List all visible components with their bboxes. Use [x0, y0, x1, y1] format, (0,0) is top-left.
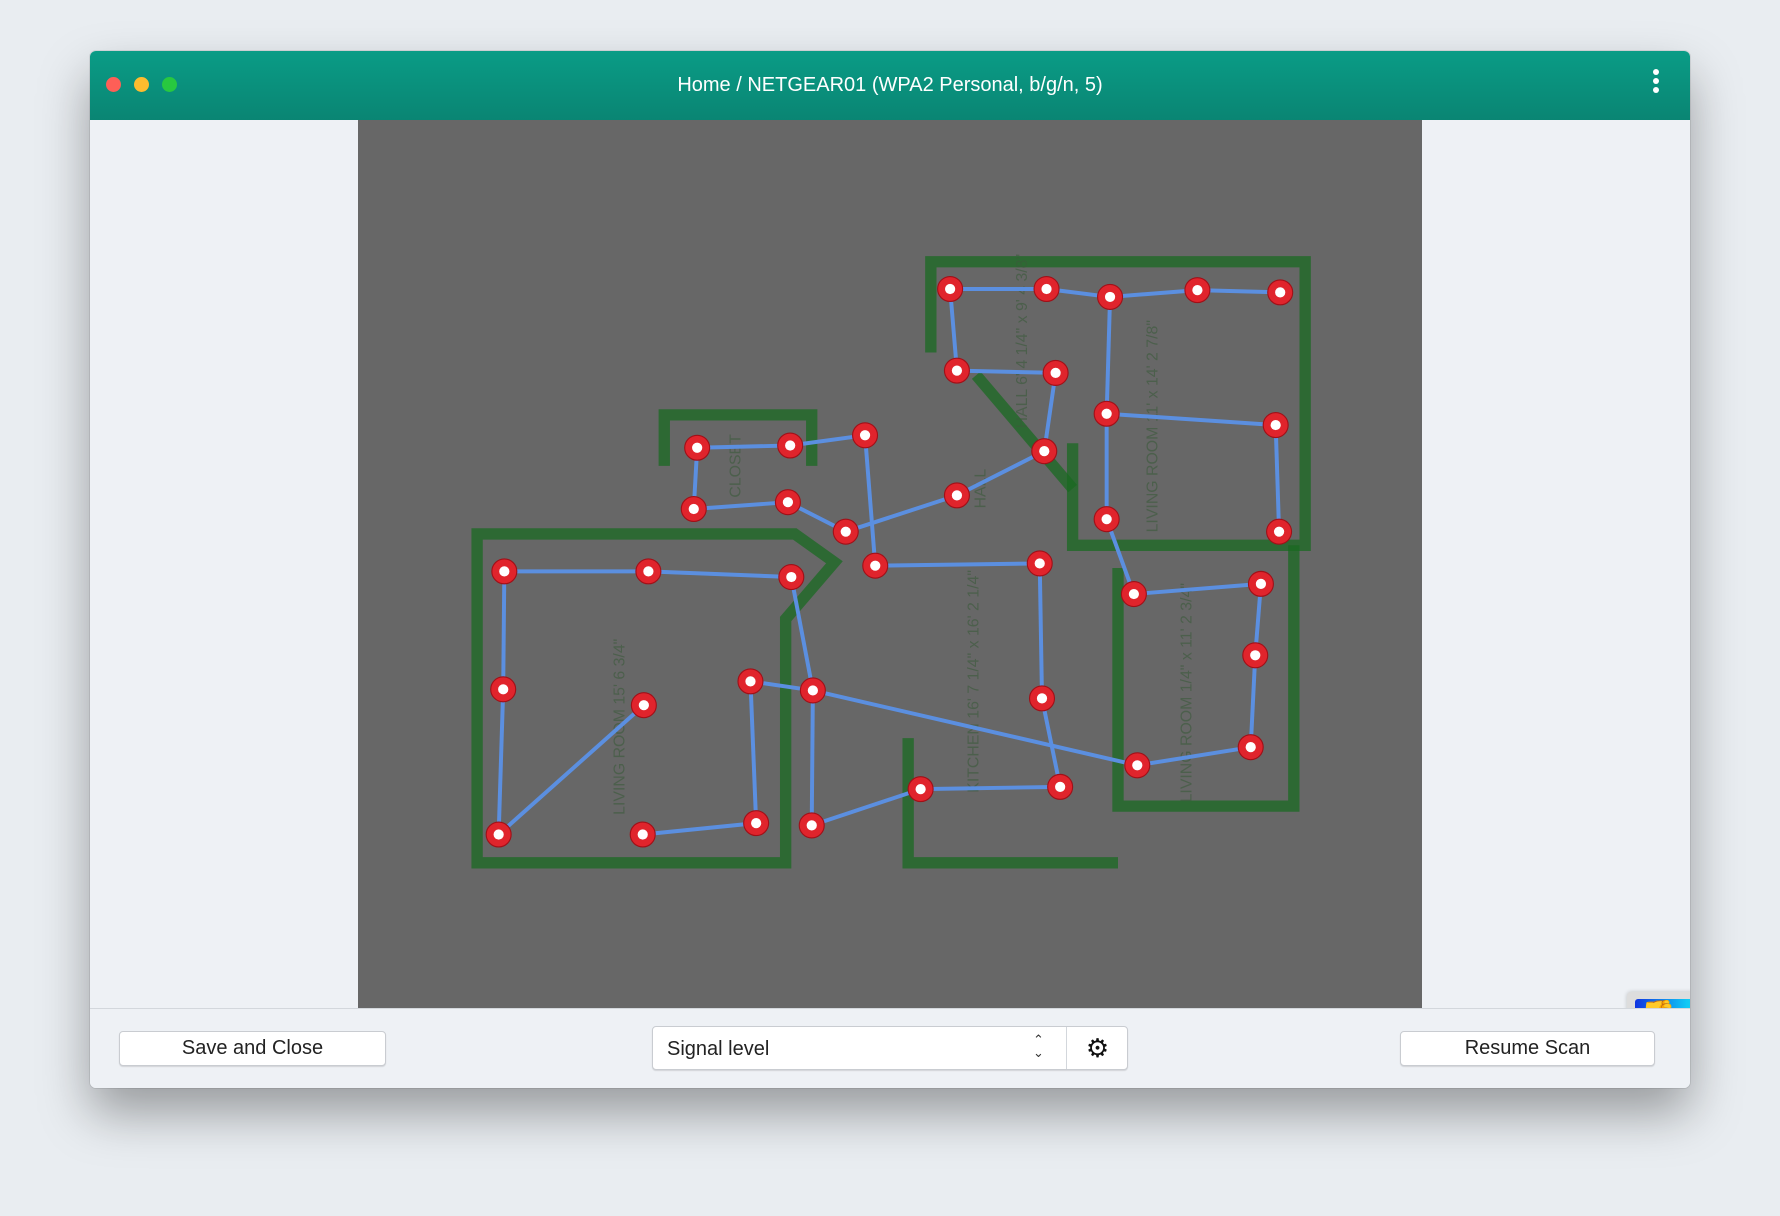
survey-point[interactable]: [798, 812, 825, 839]
survey-point[interactable]: [1262, 412, 1289, 439]
survey-point[interactable]: [943, 482, 970, 509]
path-segment: [1037, 563, 1044, 699]
path-segment: [501, 571, 507, 690]
survey-point[interactable]: [490, 676, 517, 703]
survey-point[interactable]: [907, 776, 934, 803]
visualization-select-value: Signal level: [667, 1038, 770, 1060]
survey-point[interactable]: [1184, 277, 1211, 304]
survey-point[interactable]: [774, 489, 801, 516]
path-segment: [920, 784, 1061, 792]
survey-point[interactable]: [1120, 581, 1147, 608]
path-segment: [875, 561, 1040, 568]
survey-point[interactable]: [635, 558, 662, 585]
survey-point[interactable]: [485, 821, 512, 848]
path-segment: [1106, 411, 1276, 428]
survey-point[interactable]: [1093, 506, 1120, 533]
survey-point[interactable]: [1033, 275, 1060, 303]
vertical-ellipsis-icon[interactable]: [1652, 69, 1660, 101]
visualization-select[interactable]: Signal level ⌃ ⌄ ⚙: [652, 1026, 1128, 1070]
bottom-toolbar: Save and Close Signal level ⌃ ⌄ ⚙ Resume …: [90, 1008, 1690, 1088]
survey-point[interactable]: [1237, 734, 1264, 761]
room-label: CLOSET: [727, 434, 744, 498]
path-segment: [956, 449, 1046, 498]
survey-point[interactable]: [1124, 752, 1151, 779]
path-segment: [809, 690, 815, 826]
survey-point[interactable]: [737, 668, 764, 695]
room-label: HALL 6' 4 1/4" x 9' 4 3/8": [1014, 254, 1031, 429]
path-segment: [1104, 296, 1113, 414]
path-segment: [648, 569, 792, 580]
survey-point[interactable]: [1042, 359, 1069, 386]
survey-point[interactable]: [778, 564, 805, 591]
survey-point[interactable]: [832, 518, 859, 545]
survey-point[interactable]: [630, 692, 657, 719]
path-segment: [642, 821, 757, 837]
survey-point[interactable]: [491, 558, 518, 585]
survey-point[interactable]: [1097, 283, 1124, 310]
survey-point[interactable]: [684, 434, 711, 461]
survey-point[interactable]: [1031, 438, 1058, 465]
survey-point[interactable]: [943, 357, 970, 384]
chevron-up-down-icon: ⌃ ⌄: [1033, 1032, 1044, 1060]
path-segment: [863, 435, 878, 566]
path-segment: [1109, 288, 1198, 299]
survey-point[interactable]: [937, 275, 964, 303]
resume-scan-button[interactable]: Resume Scan: [1400, 1031, 1655, 1066]
survey-point[interactable]: [1093, 400, 1120, 427]
survey-point[interactable]: [1047, 773, 1074, 800]
title-bar: Home / NETGEAR01 (WPA2 Personal, b/g/n, …: [90, 51, 1690, 120]
path-segment: [845, 493, 958, 534]
save-and-close-button[interactable]: Save and Close: [119, 1031, 386, 1066]
path-segment: [496, 689, 506, 835]
survey-point[interactable]: [680, 495, 707, 523]
app-window: Home / NETGEAR01 (WPA2 Personal, b/g/n, …: [90, 51, 1690, 1088]
path-segment: [1273, 425, 1282, 532]
path-segment: [693, 500, 789, 511]
survey-point[interactable]: [1266, 518, 1293, 545]
room-label: KITCHEN 16' 7 1/4" x 16' 2 1/4": [965, 570, 982, 793]
path-segment: [748, 681, 759, 824]
heatmap-svg: LIVING ROOM 15' 6 3/4"CLOSETHALLKITCHEN …: [471, 254, 1311, 869]
survey-point[interactable]: [852, 422, 879, 449]
survey-point[interactable]: [743, 810, 770, 837]
survey-point[interactable]: [1028, 685, 1056, 712]
survey-point[interactable]: [1242, 642, 1269, 669]
gear-icon[interactable]: ⚙: [1066, 1027, 1128, 1069]
room-label: LIVING ROOM 11' x 14' 2 7/8": [1145, 320, 1162, 532]
path-segment: [956, 368, 1056, 375]
path-segment: [1133, 581, 1262, 597]
survey-point[interactable]: [862, 552, 889, 579]
survey-point[interactable]: [1247, 570, 1274, 597]
survey-point[interactable]: [799, 677, 826, 704]
survey-point[interactable]: [1267, 279, 1294, 306]
path-segment: [697, 443, 791, 450]
survey-point[interactable]: [777, 432, 804, 459]
survey-point[interactable]: [629, 821, 656, 848]
window-title: Home / NETGEAR01 (WPA2 Personal, b/g/n, …: [677, 74, 1103, 96]
survey-point[interactable]: [1026, 550, 1053, 577]
heatmap-canvas[interactable]: LIVING ROOM 15' 6 3/4"CLOSETHALLKITCHEN …: [358, 120, 1690, 1048]
path-segment: [1248, 655, 1258, 748]
room-label: LIVING ROOM 1/4" x 11' 2 3/4": [1179, 583, 1196, 802]
